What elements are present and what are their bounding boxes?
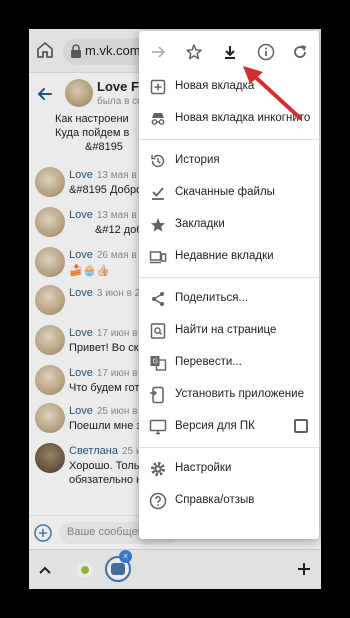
desktop-site-checkbox[interactable] (294, 419, 308, 433)
find-icon (150, 323, 166, 339)
menu-item-label: Перевести... (175, 356, 242, 368)
menu-item-desktop-site[interactable]: Версия для ПК (139, 411, 319, 443)
menu-item-label: Поделиться... (175, 292, 249, 304)
menu-item-incognito[interactable]: Новая вкладка инкогнито (139, 103, 319, 135)
menu-item-recent-tabs[interactable]: Недавние вкладки (139, 241, 319, 273)
translate-icon: G (150, 356, 167, 371)
menu-item-help[interactable]: Справка/отзыв (139, 485, 319, 517)
download-icon[interactable] (221, 43, 239, 61)
history-icon (151, 154, 165, 168)
menu-item-label: Закладки (175, 218, 225, 230)
menu-item-label: История (175, 154, 220, 166)
info-icon[interactable] (257, 43, 275, 61)
menu-item-translate[interactable]: G Перевести... (139, 347, 319, 379)
menu-divider (139, 447, 319, 448)
menu-divider (139, 139, 319, 140)
menu-item-share[interactable]: Поделиться... (139, 283, 319, 315)
menu-item-bookmarks[interactable]: Закладки (139, 209, 319, 241)
menu-item-settings[interactable]: Настройки (139, 453, 319, 485)
menu-item-label: Новая вкладка инкогнито (175, 112, 311, 124)
bookmarks-icon (151, 218, 165, 232)
new-tab-icon (150, 79, 166, 95)
recent-tabs-icon (149, 251, 167, 264)
downloads-icon (152, 187, 164, 200)
menu-item-label: Новая вкладка (175, 80, 255, 92)
menu-item-label: Скачанные файлы (175, 186, 275, 198)
browser-menu: Новая вкладка Новая вкладка инкогнито Ис… (139, 31, 319, 539)
menu-item-label: Недавние вкладки (175, 250, 274, 262)
menu-divider (139, 277, 319, 278)
menu-item-new-tab[interactable]: Новая вкладка (139, 71, 319, 103)
incognito-icon (151, 113, 165, 125)
menu-item-label: Справка/отзыв (175, 494, 255, 506)
svg-text:G: G (153, 358, 158, 366)
menu-item-label: Настройки (175, 462, 232, 474)
settings-icon (151, 462, 165, 476)
bookmark-star-icon[interactable] (185, 43, 203, 61)
menu-item-label: Установить приложение (175, 388, 304, 400)
forward-arrow-icon[interactable] (149, 43, 167, 61)
menu-toolbar (139, 31, 319, 75)
menu-item-find-in-page[interactable]: Найти на странице (139, 315, 319, 347)
desktop-icon (149, 419, 167, 435)
menu-item-label: Найти на странице (175, 324, 277, 336)
menu-item-downloads[interactable]: Скачанные файлы (139, 177, 319, 209)
refresh-icon[interactable] (291, 43, 309, 61)
help-icon (149, 492, 167, 510)
phone-screen: m.vk.com/ Love Fre была в се Как настрое… (29, 29, 321, 589)
share-icon (152, 292, 164, 306)
install-app-icon (150, 386, 164, 404)
menu-item-history[interactable]: История (139, 145, 319, 177)
menu-item-install-app[interactable]: Установить приложение (139, 379, 319, 411)
